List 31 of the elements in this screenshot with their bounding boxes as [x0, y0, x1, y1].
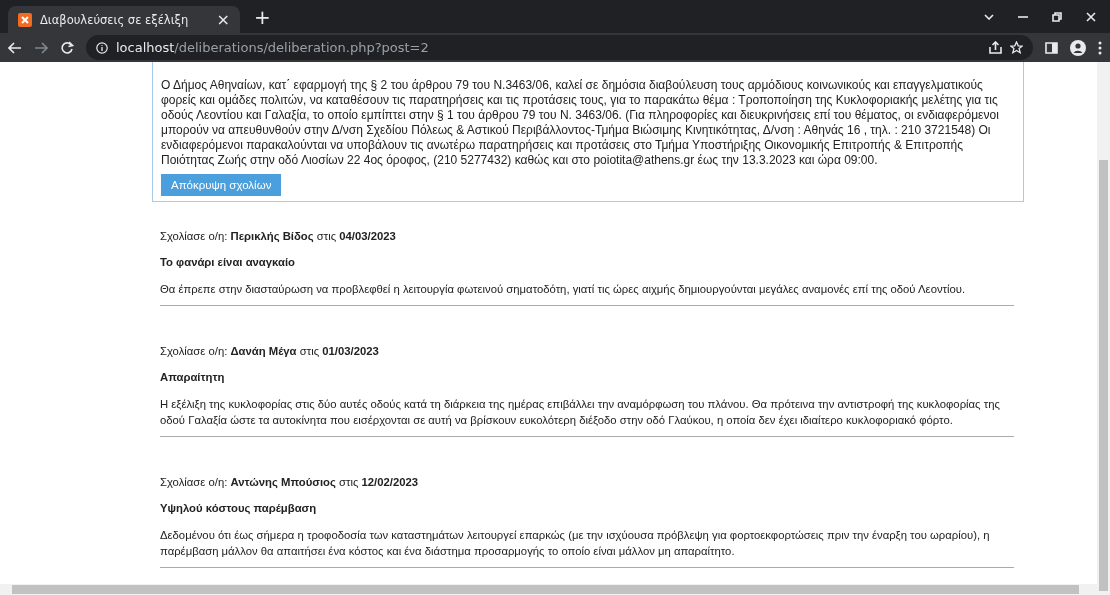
horizontal-scrollbar[interactable]: [0, 584, 1097, 595]
deliberation-text: Ο Δήμος Αθηναίων, κατ΄ εφαρμογή της § 2 του άρθρου 79 του Ν.3463/06, καλεί σε δημόσια διαβούλευση τους αρμόδιους κοινωνικούς και επαγγελματικούς φορείς και ομάδες πολιτών, να καταθέσουν τις παρατηρήσεις και τις προτάσεις τους, για το παρακάτω θέμα : Τροποποίηση της Κυκλοφοριακής μελέτης για τις οδούς Λεοντίου και Γαλαξία, το οποίο εμπίπτει στην § 1 του άρθρου 79 του Ν. 3463/06. (Για πληροφορίες και διευκρινήσεις επί του θέματος, οι ενδιαφερόμενοι μπορούν να απευθυνθούν στην Δ/νση Σχεδίου Πόλεως & Αστικού Περιβάλλοντος-Τμήμα Βιώσιμης Κινητικότητας, Δ/νση : Αθηνάς 16 , τηλ. : 210 3721548) Οι ενδιαφερόμενοι παρακαλούνται να υποβάλουν τις ανωτέρω παρατηρήσεις και προτάσεις στο Τμήμα Υποστήριξης Οικονομικής Επιτροπής & Επιτροπής Ποιότητας Ζωής στην οδό Λιοσίων 22 4ος όροφος, (210 5277432) καθώς και στο poiotita@athens.gr έως την 13.3.2023 και ώρα 09:00.: [161, 78, 1000, 168]
minimize-icon[interactable]: [1018, 15, 1028, 18]
comment-byline: Σχολίασε ο/η: Περικλής Βίδος στις 04/03/2023: [160, 229, 397, 244]
browser-tab[interactable]: Διαβουλεύσεις σε εξέλιξη ×: [8, 6, 240, 33]
close-icon[interactable]: [1086, 11, 1096, 22]
comment-title: Απαραίτητη: [160, 370, 226, 385]
new-tab-button[interactable]: +: [250, 5, 275, 29]
comment-text: Θα έπρεπε στην διασταύρωση να προβλεφθεί η λειτουργία φωτεινού σηματοδότη, γιατί τις ώρες αιχμής δημιουργούνται μεγάλες αναμονές επί της οδού Λεοντίου.: [160, 282, 967, 297]
close-tab-button[interactable]: ×: [216, 10, 230, 29]
address-bar[interactable]: localhost/deliberations/deliberation.php?post=2: [86, 35, 1033, 60]
chevron-down-icon[interactable]: [984, 13, 994, 20]
comment-text: Η εξέλιξη της κυκλοφορίας στις δύο αυτές οδούς κατά τη διάρκεια της ημέρας επιβάλλει την αναμόρφωση του πλάνου. Θα πρότεινα την αντιστροφή της κυκλοφορίας της οδού Γαλαξία ώστε τα αυτοκίνητα που εισέρχονται σε αυτή να βρίσκουν ευκολότερη διέξοδο στην οδό Γλαύκου, η οποία δεν έχει ιδιαίτερο κυκλοφοριακό φόρτο.: [160, 397, 1001, 428]
forward-arrow-icon[interactable]: [34, 41, 48, 54]
comment-title: Το φανάρι είναι αναγκαίο: [160, 255, 296, 270]
info-icon[interactable]: [96, 41, 108, 54]
tab-title: Διαβουλεύσεις σε εξέλιξη: [40, 12, 190, 27]
comment-title: Υψηλού κόστους παρέμβαση: [160, 501, 318, 516]
comment-byline: Σχολίασε ο/η: Αντώνης Μπούσιος στις 12/02/2023: [160, 475, 420, 490]
star-icon[interactable]: [1010, 41, 1023, 54]
back-arrow-icon[interactable]: [8, 41, 22, 54]
side-panel-icon[interactable]: [1045, 41, 1058, 54]
vertical-scrollbar[interactable]: [1097, 62, 1110, 595]
reload-icon[interactable]: [60, 40, 74, 55]
comment-text: Δεδομένου ότι έως σήμερα η τροφοδοσία των καταστημάτων λειτουργεί επαρκώς (με την ισχύουσα πρόβλεψη για φορτοεκφορτώσεις πριν την έναρξη του ωραρίου), η παρέμβαση μάλλον θα απαιτήσει ένα κόστος και ένα διάστημα προσαρμογής το οποίο είναι μάλλον μη απαραίτητο.: [160, 528, 991, 559]
comment-byline: Σχολίασε ο/η: Δανάη Μέγα στις 01/03/2023: [160, 344, 380, 359]
share-icon[interactable]: [989, 41, 1002, 54]
restore-icon[interactable]: [1052, 11, 1062, 22]
profile-icon[interactable]: [1070, 39, 1086, 56]
menu-icon[interactable]: [1098, 40, 1102, 55]
favicon-icon: [18, 12, 32, 27]
